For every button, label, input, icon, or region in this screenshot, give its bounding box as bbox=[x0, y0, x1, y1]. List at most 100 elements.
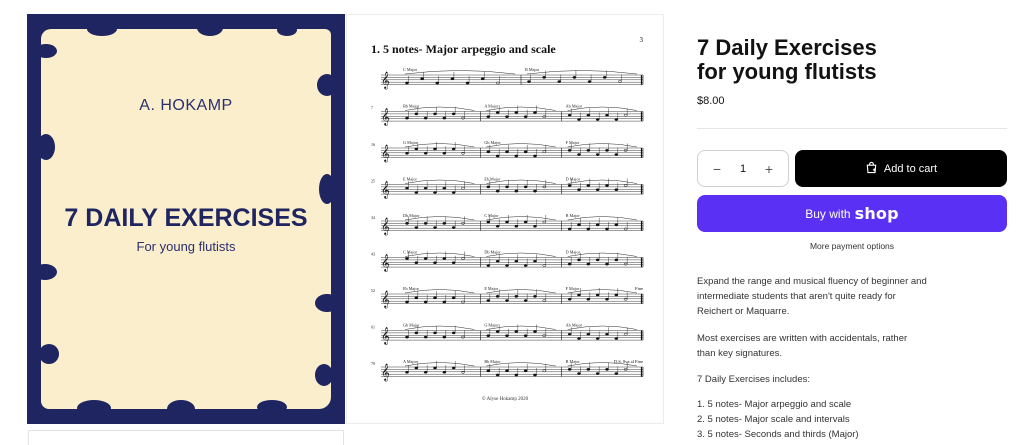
sheet-page-number: 3 bbox=[639, 36, 644, 44]
note-head bbox=[433, 261, 437, 265]
note-head bbox=[423, 370, 428, 374]
buy-with-shop-button[interactable]: Buy with shop bbox=[697, 195, 1007, 232]
note-head bbox=[465, 81, 470, 85]
note-head bbox=[605, 113, 609, 117]
note-head bbox=[533, 330, 537, 333]
note-head bbox=[586, 184, 591, 187]
note-head bbox=[405, 222, 409, 225]
note-head bbox=[461, 151, 465, 155]
note-head bbox=[595, 188, 600, 192]
note-head bbox=[414, 261, 419, 265]
key-label: Ab Major bbox=[566, 104, 583, 109]
add-to-cart-button[interactable]: Add to cart bbox=[795, 150, 1007, 187]
key-label: D Major bbox=[566, 177, 581, 182]
note-head bbox=[442, 300, 447, 304]
measure-number: 7 bbox=[371, 106, 373, 111]
note-head bbox=[577, 293, 581, 297]
cover-splatter bbox=[35, 44, 57, 58]
note-head bbox=[567, 149, 572, 152]
quantity-value[interactable]: 1 bbox=[740, 163, 746, 175]
note-head bbox=[405, 81, 409, 85]
note-head bbox=[595, 293, 600, 297]
note-head bbox=[433, 226, 437, 229]
note-head bbox=[567, 368, 572, 371]
key-label: Eb Major bbox=[484, 177, 501, 182]
quantity-stepper[interactable]: − 1 + bbox=[697, 150, 789, 187]
note-head bbox=[423, 257, 428, 260]
end-mark: D.S. 8va al Fine bbox=[614, 359, 643, 364]
note-head bbox=[442, 222, 447, 225]
product-cover-image[interactable]: A. HOKAMP 7 DAILY EXERCISES For young fl… bbox=[27, 14, 345, 424]
note-head bbox=[595, 118, 600, 121]
quantity-decrease-button[interactable]: − bbox=[710, 161, 724, 177]
note-head bbox=[586, 227, 591, 231]
note-head bbox=[451, 366, 456, 370]
note-head bbox=[405, 335, 409, 339]
note-head bbox=[523, 185, 528, 189]
buy-with-label: Buy with bbox=[805, 206, 851, 221]
note-head bbox=[533, 259, 537, 263]
measure-number: 43 bbox=[371, 252, 375, 257]
note-head bbox=[523, 369, 528, 373]
image-thumbnail[interactable] bbox=[28, 430, 344, 445]
note-head bbox=[577, 188, 581, 192]
key-label: A Major bbox=[403, 359, 418, 364]
note-head bbox=[433, 112, 437, 116]
note-head bbox=[435, 81, 440, 85]
note-head bbox=[486, 299, 491, 302]
note-head bbox=[623, 297, 628, 301]
key-label: Bb Major bbox=[403, 104, 420, 109]
note-head bbox=[614, 372, 619, 375]
note-head bbox=[514, 373, 519, 377]
note-head bbox=[486, 185, 491, 189]
note-head bbox=[405, 300, 409, 304]
quantity-increase-button[interactable]: + bbox=[762, 161, 776, 177]
end-mark: Fine bbox=[635, 286, 643, 291]
note-head bbox=[605, 297, 609, 301]
note-head bbox=[542, 76, 546, 79]
key-label: A Major bbox=[484, 104, 499, 109]
key-label: D Major bbox=[566, 250, 581, 255]
slur bbox=[526, 70, 638, 75]
note-head bbox=[451, 191, 456, 194]
note-head bbox=[595, 337, 600, 340]
note-head bbox=[495, 373, 500, 377]
note-head bbox=[505, 185, 509, 189]
note-head bbox=[451, 296, 456, 300]
note-head bbox=[461, 370, 465, 374]
note-head bbox=[414, 296, 419, 300]
note-head bbox=[405, 370, 409, 374]
key-label: E Major bbox=[484, 286, 498, 291]
cover-splatter bbox=[167, 400, 195, 418]
note-head bbox=[523, 264, 528, 267]
note-head bbox=[451, 147, 456, 151]
note-head bbox=[405, 116, 409, 120]
note-head bbox=[451, 261, 456, 265]
note-head bbox=[414, 112, 419, 116]
note-head bbox=[442, 257, 447, 260]
note-head bbox=[523, 115, 528, 119]
cover-splatter bbox=[33, 264, 57, 280]
note-head bbox=[451, 331, 456, 335]
note-head bbox=[586, 262, 591, 266]
list-item: 3. 5 notes- Seconds and thirds (Major) bbox=[697, 429, 859, 440]
sheet-music-preview[interactable]: 𝄞 C Major B Major 𝄞 7 Bb Major A Major Ab Major… bbox=[346, 14, 664, 424]
note-head bbox=[442, 186, 447, 190]
key-label: F Major bbox=[566, 140, 580, 145]
cover-splatter bbox=[197, 20, 223, 36]
measure-number: 16 bbox=[371, 142, 375, 147]
note-head bbox=[495, 330, 500, 333]
more-payment-options-link[interactable]: More payment options bbox=[697, 241, 1007, 251]
note-head bbox=[442, 151, 447, 155]
note-head bbox=[577, 372, 581, 375]
note-head bbox=[577, 118, 581, 121]
key-label: Gb Major bbox=[484, 140, 501, 145]
product-price: $8.00 bbox=[697, 95, 725, 107]
cover-splatter bbox=[257, 400, 287, 414]
note-head bbox=[451, 226, 456, 229]
note-head bbox=[450, 77, 455, 81]
note-head bbox=[523, 220, 528, 224]
note-head bbox=[405, 151, 409, 155]
note-head bbox=[495, 295, 500, 298]
note-head bbox=[586, 332, 591, 336]
